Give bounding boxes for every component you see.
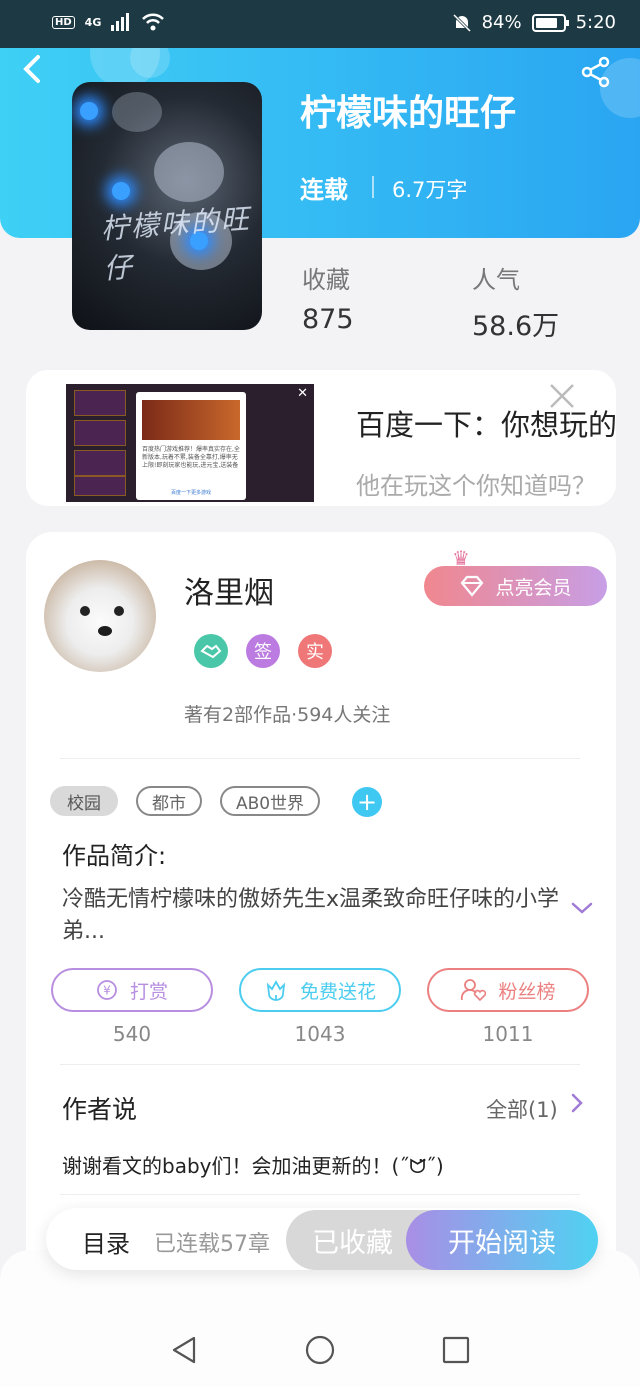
ad-popup-link: 百度一下更多游戏 <box>170 490 211 496</box>
divider <box>60 1194 580 1195</box>
flower-count: 1043 <box>294 1022 346 1046</box>
flower-icon <box>266 980 286 1001</box>
send-flower-button[interactable]: 免费送花 <box>239 968 401 1012</box>
add-tag-button[interactable]: + <box>352 787 382 817</box>
reward-label: 打赏 <box>129 980 168 1003</box>
reward-count: 540 <box>112 1022 152 1046</box>
signal-icon <box>111 13 130 31</box>
network-indicator: 4G <box>84 15 102 29</box>
chapter-count[interactable]: 已连载57章 <box>154 1226 270 1258</box>
author-name[interactable]: 洛里烟 <box>184 568 274 612</box>
vip-button[interactable]: 点亮会员 <box>424 566 607 606</box>
ad-image[interactable]: 百度热门游戏推荐！爆率真实存在,全新版本,玩着不累,装备全靠打,爆率无上限!即刻… <box>66 384 314 502</box>
nav-back-icon[interactable] <box>168 1334 200 1366</box>
user-heart-icon <box>461 979 487 1002</box>
send-flower-label: 免费送花 <box>299 980 376 1003</box>
cover-signature: 柠檬味的旺仔 <box>99 202 252 286</box>
chevron-left-icon <box>23 55 40 83</box>
divider <box>60 1064 580 1065</box>
reward-button[interactable]: ¥ 打赏 <box>51 968 213 1012</box>
favorites-value: 875 <box>302 304 354 335</box>
favorites-label: 收藏 <box>302 266 350 294</box>
share-icon <box>581 56 610 88</box>
close-icon <box>550 384 574 408</box>
mute-bell-icon <box>452 13 471 32</box>
back-button[interactable] <box>20 54 56 90</box>
popularity-value: 58.6万 <box>472 311 560 342</box>
status-bar: HD 4G 84% 5:20 <box>0 0 640 48</box>
tag-abo-world[interactable]: AB0世界 <box>220 786 320 816</box>
divider <box>60 758 580 759</box>
intro-title: 作品简介: <box>62 842 167 870</box>
author-says-all-link[interactable]: 全部(1) <box>486 1094 558 1124</box>
tag-campus[interactable]: 校园 <box>50 786 118 816</box>
ad-popup: 百度热门游戏推荐！爆率真实存在,全新版本,玩着不累,装备全靠打,爆率无上限!即刻… <box>136 392 246 500</box>
tag-city[interactable]: 都市 <box>136 786 202 816</box>
author-says-text: 谢谢看文的baby们！会加油更新的！(˝ᗢ̈˝) <box>62 1154 444 1178</box>
fan-count: 1011 <box>482 1022 534 1046</box>
ad-image-close-icon[interactable]: ✕ <box>297 386 308 401</box>
intro-text: 冷酷无情柠檬味的傲娇先生x温柔致命旺仔味的小学弟... <box>62 887 560 944</box>
chevron-down-icon <box>571 902 593 914</box>
ad-close-button[interactable] <box>548 378 576 416</box>
divider <box>372 176 374 198</box>
nav-home-icon[interactable] <box>304 1334 336 1366</box>
yuan-coin-icon: ¥ <box>97 980 117 1000</box>
ad-banner[interactable]: 百度热门游戏推荐！爆率真实存在,全新版本,玩着不累,装备全靠打,爆率无上限!即刻… <box>26 370 616 506</box>
fan-ranking-button[interactable]: 粉丝榜 <box>427 968 589 1012</box>
svg-text:¥: ¥ <box>103 984 111 998</box>
popularity-label: 人气 <box>472 266 520 294</box>
word-count: 6.7万字 <box>392 178 468 202</box>
author-avatar[interactable] <box>44 560 156 672</box>
hd-indicator: HD <box>52 15 75 29</box>
ad-popup-text: 百度热门游戏推荐！爆率真实存在,全新版本,玩着不累,装备全靠打,爆率无上限!即刻… <box>142 446 240 469</box>
ad-subtitle: 他在玩这个你知道吗？ <box>356 472 596 500</box>
signed-badge[interactable]: 签 <box>246 634 280 668</box>
clock: 5:20 <box>575 12 616 33</box>
diamond-icon <box>461 575 484 597</box>
fan-ranking-label: 粉丝榜 <box>498 980 556 1003</box>
author-says-title: 作者说 <box>62 1095 138 1124</box>
start-reading-button[interactable]: 开始阅读 <box>406 1210 598 1270</box>
ad-title: 百度一下：你想玩的 <box>356 408 616 442</box>
book-cover[interactable]: 柠檬味的旺仔 <box>72 82 262 330</box>
system-nav-bar <box>0 1250 640 1387</box>
author-says-more-button[interactable] <box>570 1092 584 1120</box>
chevron-right-icon <box>571 1093 583 1113</box>
battery-icon <box>531 13 569 32</box>
nav-recents-icon[interactable] <box>440 1334 472 1366</box>
handshake-badge-icon[interactable] <box>194 634 228 668</box>
verified-badge[interactable]: 实 <box>298 634 332 668</box>
book-title: 柠檬味的旺仔 <box>300 93 517 134</box>
wifi-icon <box>142 13 165 31</box>
serial-status: 连载 <box>300 176 348 204</box>
vip-button-label: 点亮会员 <box>495 576 572 599</box>
expand-intro-button[interactable] <box>570 896 594 921</box>
battery-percent: 84% <box>481 12 522 33</box>
table-of-contents-button[interactable]: 目录 <box>82 1224 130 1259</box>
share-button[interactable] <box>580 56 614 90</box>
author-works-info: 著有2部作品·594人关注 <box>184 704 391 726</box>
